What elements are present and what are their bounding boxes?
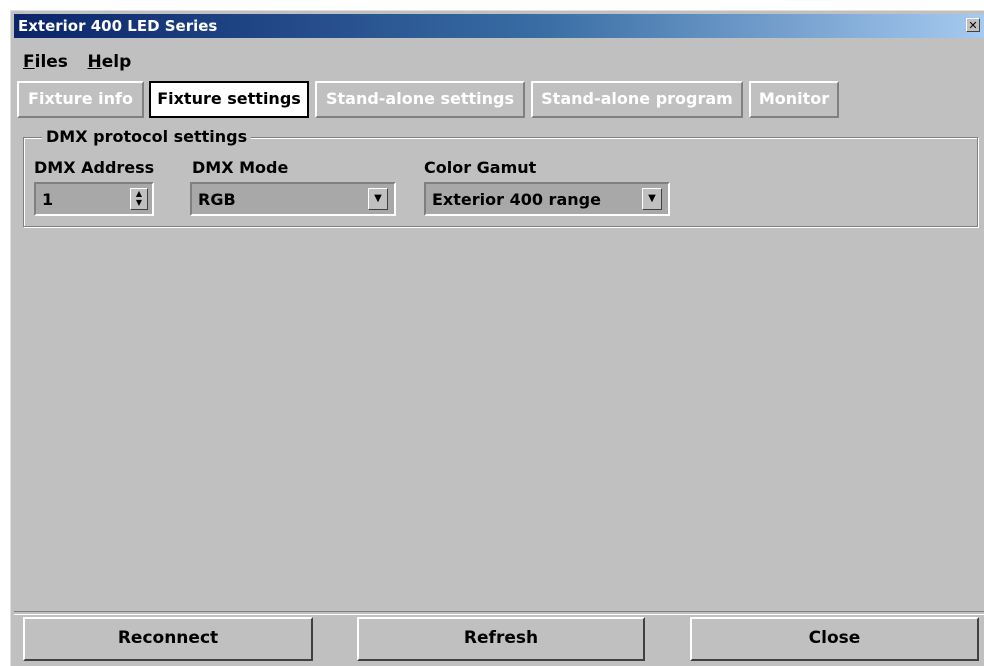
menu-help-label: elp bbox=[101, 52, 132, 72]
chevron-down-icon[interactable]: ▼ bbox=[368, 188, 388, 210]
color-gamut-label: Color Gamut bbox=[424, 158, 537, 177]
dmx-address-label: DMX Address bbox=[34, 158, 155, 177]
dmx-mode-label: DMX Mode bbox=[192, 158, 289, 177]
menu-help[interactable]: Help bbox=[88, 52, 132, 72]
dmx-group-title: DMX protocol settings bbox=[42, 128, 252, 146]
menu-files-label: iles bbox=[34, 52, 68, 72]
chevron-down-icon[interactable]: ▼ bbox=[642, 188, 662, 210]
dmx-address-value: 1 bbox=[42, 190, 54, 209]
dmx-mode-value: RGB bbox=[198, 190, 236, 209]
menu-files[interactable]: Files bbox=[23, 52, 68, 72]
close-icon[interactable]: ✕ bbox=[966, 18, 980, 32]
menu-help-hotkey: H bbox=[87, 52, 102, 72]
window-title: Exterior 400 LED Series bbox=[18, 17, 218, 35]
title-bar[interactable]: Exterior 400 LED Series ✕ bbox=[14, 14, 984, 38]
tab-stand-alone-program[interactable]: Stand-alone program bbox=[531, 81, 743, 118]
bottom-divider bbox=[14, 611, 984, 615]
menu-files-hotkey: F bbox=[23, 52, 35, 72]
tab-fixture-settings[interactable]: Fixture settings bbox=[149, 81, 309, 118]
app-window: Exterior 400 LED Series ✕ Files Help Fix… bbox=[10, 10, 984, 666]
dmx-address-field[interactable]: 1 ▲ ▼ bbox=[34, 182, 154, 216]
close-button[interactable]: Close bbox=[690, 617, 979, 661]
dmx-mode-select[interactable]: RGB ▼ bbox=[190, 182, 396, 216]
menu-bar: Files Help bbox=[23, 52, 145, 76]
color-gamut-value: Exterior 400 range bbox=[432, 190, 601, 209]
reconnect-button[interactable]: Reconnect bbox=[23, 617, 313, 661]
refresh-button[interactable]: Refresh bbox=[357, 617, 645, 661]
dmx-settings-group: DMX protocol settings DMX Address 1 ▲ ▼ D… bbox=[23, 128, 978, 227]
tab-stand-alone-settings[interactable]: Stand-alone settings bbox=[315, 81, 525, 118]
tab-fixture-info[interactable]: Fixture info bbox=[17, 81, 144, 118]
spinner-arrows-icon[interactable]: ▲ ▼ bbox=[130, 188, 148, 210]
tab-monitor[interactable]: Monitor bbox=[749, 81, 839, 118]
color-gamut-select[interactable]: Exterior 400 range ▼ bbox=[424, 182, 670, 216]
